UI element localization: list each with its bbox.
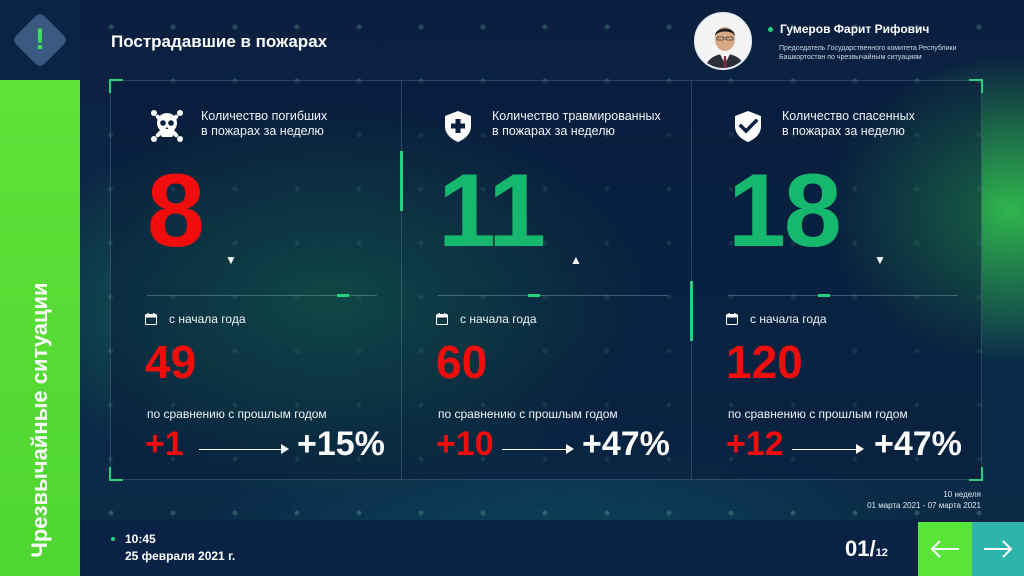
current-time: 10:45 <box>125 532 156 546</box>
delta-absolute: +1 <box>145 425 184 463</box>
ytd-value: 60 <box>436 336 488 388</box>
card-label-line2: в пожарах за неделю <box>782 124 905 138</box>
arrow-right-icon <box>856 444 864 454</box>
delta-absolute: +12 <box>726 425 784 463</box>
ytd-value: 120 <box>726 336 803 388</box>
current-date: 25 февраля 2021 г. <box>125 549 236 563</box>
compare-label: по сравнению с прошлым годом <box>438 407 618 421</box>
ytd-value: 49 <box>145 336 197 388</box>
page-indicator: 01/12 <box>845 536 888 562</box>
trend-down-icon: ▼ <box>225 253 237 267</box>
delta-percent: +47% <box>874 425 962 463</box>
ytd-label: с начала года <box>169 312 246 326</box>
clock-dot <box>111 537 115 541</box>
alert-diamond: ! <box>11 11 69 69</box>
arrow-line <box>502 449 568 450</box>
arrow-left-icon <box>930 540 959 558</box>
arrow-line <box>199 449 283 450</box>
arrow-line <box>792 449 858 450</box>
exclamation-icon: ! <box>35 23 45 56</box>
card-label-line1: Количество погибших <box>201 109 328 123</box>
page-title: Пострадавшие в пожарах <box>111 32 328 51</box>
shield-check-icon <box>735 111 761 142</box>
card-label-line1: Количество спасенных <box>782 109 915 123</box>
card-label-line2: в пожарах за неделю <box>492 124 615 138</box>
calendar-icon <box>145 313 157 325</box>
ytd-label: с начала года <box>460 312 537 326</box>
week-number: 10 неделя <box>943 490 981 499</box>
card-label-line2: в пожарах за неделю <box>201 124 324 138</box>
shield-plus-icon <box>445 111 471 142</box>
weekly-value: 11 <box>438 153 546 269</box>
person-role: Председатель Государственного комитета Р… <box>779 45 957 61</box>
page-current: 01 <box>845 536 870 561</box>
column-accent <box>690 281 693 341</box>
weekly-value: 8 <box>147 153 205 269</box>
divider-accent <box>818 294 830 297</box>
compare-label: по сравнению с прошлым годом <box>728 407 908 421</box>
arrow-right-icon <box>281 444 289 454</box>
stat-card-deaths: Количество погибших в пожарах за неделю … <box>111 81 401 479</box>
prev-page-button[interactable] <box>918 522 972 576</box>
ytd-label: с начала года <box>750 312 827 326</box>
stats-panel: Количество погибших в пожарах за неделю … <box>109 79 983 481</box>
card-label: Количество травмированных в пожарах за н… <box>492 109 682 139</box>
trend-down-icon: ▼ <box>874 253 886 267</box>
section-title: Чрезвычайные ситуации <box>27 282 52 558</box>
skull-icon <box>151 110 183 142</box>
card-label: Количество спасенных в пожарах за неделю <box>782 109 972 139</box>
person-name: Гумеров Фарит Рифович <box>780 22 930 36</box>
alert-logo: ! <box>0 0 80 80</box>
week-range: 01 марта 2021 - 07 марта 2021 <box>867 501 981 510</box>
next-page-button[interactable] <box>972 522 1024 576</box>
calendar-icon <box>726 313 738 325</box>
avatar <box>694 12 752 70</box>
delta-percent: +15% <box>297 425 385 463</box>
divider <box>728 295 958 296</box>
divider-accent <box>337 294 349 297</box>
weekly-value: 18 <box>728 153 842 269</box>
page-total: 12 <box>875 547 888 559</box>
stat-card-injured: Количество травмированных в пожарах за н… <box>400 81 691 479</box>
divider-accent <box>528 294 540 297</box>
card-label-line1: Количество травмированных <box>492 109 661 123</box>
delta-absolute: +10 <box>436 425 494 463</box>
column-accent <box>400 151 403 211</box>
arrow-right-icon <box>566 444 574 454</box>
status-dot <box>768 27 773 32</box>
divider <box>438 295 668 296</box>
stat-card-rescued: Количество спасенных в пожарах за неделю… <box>690 81 981 479</box>
card-label: Количество погибших в пожарах за неделю <box>201 109 391 139</box>
trend-up-icon: ▲ <box>570 253 582 267</box>
compare-label: по сравнению с прошлым годом <box>147 407 327 421</box>
arrow-right-icon <box>984 540 1013 558</box>
delta-percent: +47% <box>582 425 670 463</box>
calendar-icon <box>436 313 448 325</box>
